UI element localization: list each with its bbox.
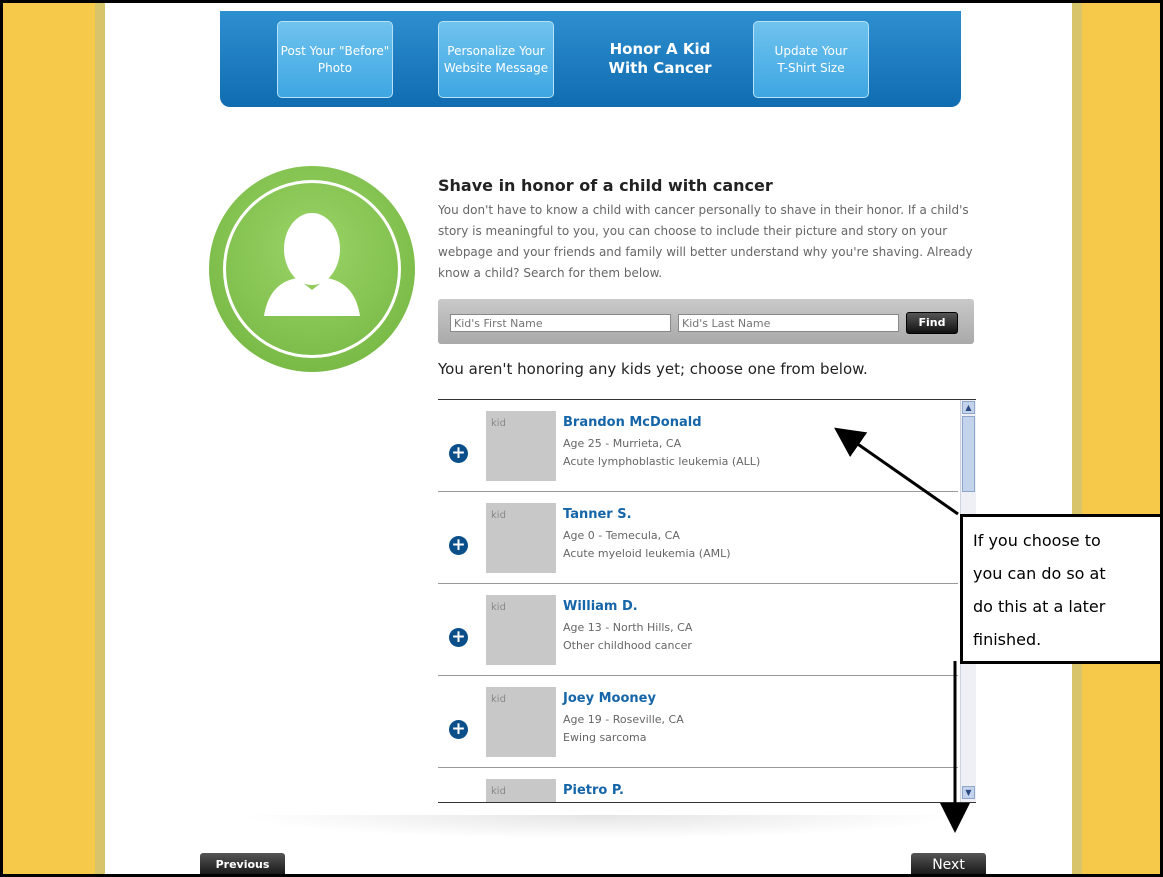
- kid-diagnosis: Acute myeloid leukemia (AML): [563, 547, 731, 560]
- step-label-line2: Photo: [317, 60, 353, 75]
- kid-name-link[interactable]: Brandon McDonald: [563, 415, 702, 430]
- callout-line: you can do so at: [973, 564, 1106, 583]
- kid-diagnosis: Ewing sarcoma: [563, 731, 647, 744]
- list-item: + kid William D. Age 13 - North Hills, C…: [438, 584, 958, 676]
- kid-details: Age 0 - Temecula, CA Acute myeloid leukem…: [563, 527, 731, 563]
- step-label-line1: Honor A Kid: [609, 39, 711, 58]
- callout-line: finished.: [973, 630, 1042, 649]
- kid-name-link[interactable]: William D.: [563, 599, 638, 614]
- find-button[interactable]: Find: [906, 312, 958, 334]
- honoring-status-message: You aren't honoring any kids yet; choose…: [438, 360, 868, 378]
- intro-text: You don't have to know a child with canc…: [438, 203, 973, 280]
- person-silhouette-icon: [209, 166, 415, 372]
- step-post-before-photo[interactable]: Post Your "Before" Photo: [277, 21, 393, 98]
- step-label-line1: Post Your "Before": [280, 43, 390, 58]
- left-side-panel: [3, 3, 105, 874]
- step-label-line1: Personalize Your: [447, 43, 545, 58]
- kid-name-link[interactable]: Joey Mooney: [563, 691, 656, 706]
- kid-name-link[interactable]: Tanner S.: [563, 507, 632, 522]
- scroll-up-icon[interactable]: ▲: [962, 401, 975, 414]
- kid-name-link[interactable]: Pietro P.: [563, 783, 624, 798]
- intro-title: Shave in honor of a child with cancer: [438, 176, 773, 195]
- callout-line: do this at a later: [973, 597, 1106, 616]
- step-label-line2: Website Message: [443, 60, 549, 75]
- kid-photo: kid: [486, 687, 556, 757]
- step-honor-kid[interactable]: Honor A Kid With Cancer: [603, 21, 717, 96]
- step-label-line2: T-Shirt Size: [777, 60, 845, 75]
- plus-circle-icon[interactable]: +: [449, 444, 468, 463]
- kid-age-location: Age 0 - Temecula, CA: [563, 529, 680, 542]
- kid-diagnosis: Other childhood cancer: [563, 639, 692, 652]
- list-item: + kid Tanner S. Age 0 - Temecula, CA Acut…: [438, 492, 958, 584]
- kid-age-location: Age 13 - North Hills, CA: [563, 621, 693, 634]
- previous-button[interactable]: Previous: [200, 853, 285, 874]
- list-item: + kid Joey Mooney Age 19 - Roseville, CA…: [438, 676, 958, 768]
- scroll-thumb[interactable]: [962, 416, 975, 492]
- kid-photo: kid: [486, 411, 556, 481]
- kid-last-name-input[interactable]: [678, 314, 899, 332]
- kid-photo: kid: [486, 595, 556, 665]
- plus-circle-icon[interactable]: +: [449, 536, 468, 555]
- kid-diagnosis: Acute lymphoblastic leukemia (ALL): [563, 455, 761, 468]
- kid-search-bar: Find: [438, 299, 974, 344]
- step-navigation: Post Your "Before" Photo Personalize Your…: [220, 11, 961, 107]
- step-label-line2: With Cancer: [608, 58, 712, 77]
- plus-circle-icon[interactable]: +: [449, 720, 468, 739]
- right-side-panel: [1072, 3, 1160, 874]
- kid-first-name-input[interactable]: [450, 314, 671, 332]
- list-item: + kid Pietro P.: [438, 768, 958, 802]
- step-label-line1: Update Your: [774, 43, 848, 58]
- instruction-callout: If you choose to you can do so at do thi…: [960, 514, 1160, 664]
- callout-line: If you choose to: [973, 531, 1101, 550]
- kid-details: Age 25 - Murrieta, CA Acute lymphoblastic…: [563, 435, 760, 471]
- step-update-tshirt[interactable]: Update Your T-Shirt Size: [753, 21, 869, 98]
- content-shadow: [233, 815, 963, 839]
- page-frame: Post Your "Before" Photo Personalize Your…: [0, 0, 1163, 877]
- kid-photo: kid: [486, 779, 556, 802]
- kid-age-location: Age 19 - Roseville, CA: [563, 713, 684, 726]
- kid-photo: kid: [486, 503, 556, 573]
- step-personalize-message[interactable]: Personalize Your Website Message: [438, 21, 554, 98]
- kids-list[interactable]: + kid Brandon McDonald Age 25 - Murrieta…: [438, 399, 976, 803]
- list-item: + kid Brandon McDonald Age 25 - Murrieta…: [438, 400, 958, 492]
- plus-circle-icon[interactable]: +: [449, 628, 468, 647]
- scroll-down-icon[interactable]: ▼: [962, 786, 975, 799]
- kid-details: Age 13 - North Hills, CA Other childhood …: [563, 619, 692, 655]
- kid-details: Age 19 - Roseville, CA Ewing sarcoma: [563, 711, 684, 747]
- kid-age-location: Age 25 - Murrieta, CA: [563, 437, 682, 450]
- next-button[interactable]: Next: [911, 853, 986, 874]
